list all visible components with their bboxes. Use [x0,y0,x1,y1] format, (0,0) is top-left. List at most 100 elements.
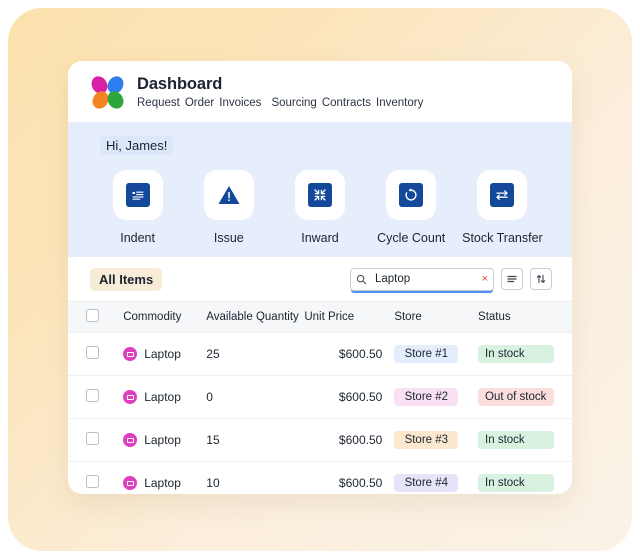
quick-action-label: Stock Transfer [462,231,543,245]
quick-action-cycle-count[interactable]: Cycle Count [366,170,457,245]
status-badge: Out of stock [478,388,555,406]
quick-action-label: Issue [213,231,244,245]
table-header-row: Commodity Available Quantity Unit Price … [68,301,572,333]
price-value: $600.50 [304,375,383,419]
status-cell: Out of stock [478,375,572,419]
commodity-cell-wrap: Laptop [123,375,207,419]
select-all-checkbox[interactable] [86,309,99,322]
quick-actions-list: Indent Issue Inward Cycle Count Stock Tr… [68,170,572,245]
commodity-name: Laptop [144,476,181,490]
quantity-value: 10 [206,461,305,494]
nav-item-inventory[interactable]: Inventory [376,97,423,109]
row-checkbox[interactable] [86,346,99,359]
row-select-cell [68,375,124,419]
collapse-arrows-icon [308,183,332,207]
greeting-text: Hi, James! [100,136,174,155]
price-value: $600.50 [304,418,383,462]
quick-action-inward[interactable]: Inward [274,170,365,245]
inventory-table: Commodity Available Quantity Unit Price … [68,301,572,494]
quick-action-tile [386,170,437,220]
status-badge: In stock [478,345,555,363]
row-checkbox[interactable] [86,475,99,488]
tab-all-items[interactable]: All Items [90,267,163,291]
quick-action-label: Indent [120,231,155,245]
commodity-cell-wrap: Laptop [123,418,207,462]
commodity-cell-wrap: Laptop [123,332,207,376]
status-cell: In stock [478,461,572,494]
status-badge: In stock [478,474,555,492]
store-cell: Store #4 [382,461,479,494]
column-header-status[interactable]: Status [478,301,572,333]
store-badge: Store #3 [394,431,459,449]
store-cell: Store #3 [382,418,479,462]
search-box[interactable]: Laptop × [350,267,494,291]
laptop-icon [123,476,138,490]
store-cell: Store #2 [382,375,479,419]
status-cell: In stock [478,332,572,376]
quick-action-tile [477,170,528,220]
search-icon [356,274,367,285]
table-row[interactable]: Laptop 15 $600.50 Store #3 In stock [68,418,572,462]
commodity-name: Laptop [144,347,181,361]
quantity-value: 0 [206,375,305,419]
table-toolbar: All Items Laptop × [68,257,572,301]
store-badge: Store #1 [394,345,459,363]
quantity-value: 25 [206,332,305,376]
select-all-header [68,301,124,333]
column-header-store[interactable]: Store [382,301,479,333]
commodity-cell-wrap: Laptop [123,461,207,494]
laptop-icon [123,347,138,361]
row-checkbox[interactable] [86,432,99,445]
sort-icon[interactable] [530,268,552,290]
app-header: Dashboard Request Order Invoices Sourcin… [68,61,572,122]
nav-item-sourcing[interactable]: Sourcing [271,97,316,109]
column-header-quantity[interactable]: Available Quantity [206,301,305,333]
column-header-commodity[interactable]: Commodity [123,301,207,333]
greeting-wrap: Hi, James! [68,136,572,155]
price-value: $600.50 [304,332,383,376]
transfer-arrows-icon [490,183,515,207]
column-header-price[interactable]: Unit Price [304,301,383,333]
commodity-name: Laptop [144,390,181,404]
table-head: Commodity Available Quantity Unit Price … [68,301,572,333]
row-checkbox[interactable] [86,389,99,402]
table-row[interactable]: Laptop 0 $600.50 Store #2 Out of stock [68,375,572,419]
quick-action-issue[interactable]: Issue [183,170,274,245]
quantity-value: 15 [206,418,305,462]
status-badge: In stock [478,431,555,449]
header-text: Dashboard Request Order Invoices Sourcin… [137,74,428,109]
quick-action-indent[interactable]: Indent [92,170,183,245]
store-cell: Store #1 [382,332,479,376]
table-row[interactable]: Laptop 10 $600.50 Store #4 In stock [68,461,572,494]
nav-item-invoices[interactable]: Invoices [219,97,261,109]
nav-item-request[interactable]: Request [137,97,180,109]
quick-action-tile [203,170,254,220]
toolbar-controls: Laptop × [350,267,552,291]
laptop-icon [123,433,138,447]
dashboard-card: Dashboard Request Order Invoices Sourcin… [68,61,572,494]
main-nav: Request Order Invoices Sourcing Contract… [137,97,428,109]
butterfly-logo [88,72,127,112]
page-title: Dashboard [137,75,223,94]
logo-petal-green [104,87,127,112]
commodity-name: Laptop [144,433,181,447]
store-badge: Store #2 [394,388,459,406]
quick-action-tile [295,170,345,220]
laptop-icon [123,390,138,404]
quick-action-label: Cycle Count [377,231,446,245]
quick-action-stock-transfer[interactable]: Stock Transfer [457,170,548,245]
clear-search-icon[interactable]: × [480,273,488,285]
row-select-cell [68,461,124,494]
quick-actions-panel: Hi, James! Indent Issue Inward Cycle Cou… [68,122,572,257]
table-row[interactable]: Laptop 25 $600.50 Store #1 In stock [68,332,572,376]
table-body: Laptop 25 $600.50 Store #1 In stock Lapt… [68,332,572,494]
refresh-circle-icon [399,183,424,207]
nav-item-order[interactable]: Order [185,97,214,109]
document-list-icon [125,183,150,207]
nav-item-contracts[interactable]: Contracts [322,97,371,109]
filter-icon[interactable] [501,268,523,290]
store-badge: Store #4 [394,474,459,492]
row-select-cell [68,418,124,462]
search-input[interactable]: Laptop [375,273,480,285]
status-cell: In stock [478,418,572,462]
